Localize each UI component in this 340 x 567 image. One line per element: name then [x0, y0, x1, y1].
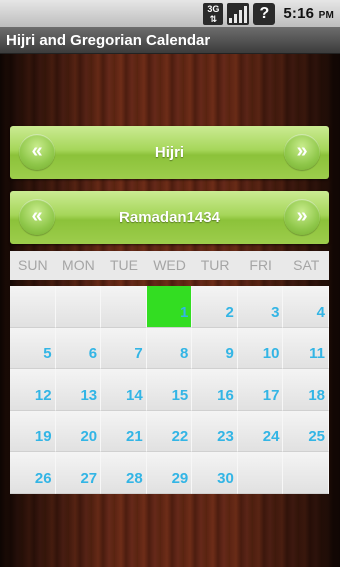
day-number: 6: [88, 345, 98, 363]
calendar-type-switcher: « Hijri »: [10, 126, 329, 179]
day-cell[interactable]: 14: [101, 369, 147, 411]
day-cell[interactable]: 13: [55, 369, 102, 411]
day-cell[interactable]: 25: [283, 410, 329, 453]
day-cell[interactable]: 26: [10, 452, 56, 494]
calendar-type-label: Hijri: [154, 144, 185, 161]
double-chevron-right-icon: »: [296, 205, 308, 227]
day-number: 13: [80, 386, 98, 404]
day-number: 2: [225, 303, 234, 321]
prev-month-button[interactable]: «: [19, 199, 55, 235]
month-navigator: « Ramadan1434 »: [10, 191, 329, 244]
day-number: 3: [271, 303, 280, 321]
day-cell[interactable]: 12: [10, 369, 56, 411]
day-cell[interactable]: 1: [146, 286, 193, 328]
empty-day-cell: [55, 286, 102, 328]
day-number: 19: [34, 428, 52, 446]
weekday-fri: FRI: [249, 257, 272, 273]
day-cell[interactable]: 3: [237, 286, 284, 328]
weekday-sat: SAT: [293, 257, 320, 273]
day-cell[interactable]: 19: [10, 410, 56, 453]
day-number: 1: [179, 303, 189, 321]
clock: 5:16 PM: [283, 5, 334, 22]
day-cell[interactable]: 9: [192, 327, 238, 370]
app-title-bar: Hijri and Gregorian Calendar: [0, 27, 340, 54]
clock-ampm: PM: [318, 10, 334, 21]
calendar-type-next-button[interactable]: »: [284, 134, 320, 170]
day-number: 20: [80, 428, 98, 446]
day-number: 17: [262, 386, 280, 404]
day-cell[interactable]: 30: [192, 452, 238, 494]
day-number: 14: [126, 386, 143, 404]
day-cell[interactable]: 11: [283, 327, 329, 370]
next-month-button[interactable]: »: [284, 199, 320, 235]
double-chevron-left-icon: «: [31, 140, 43, 162]
day-number: 8: [179, 345, 189, 363]
empty-day-cell: [237, 452, 284, 494]
day-number: 29: [171, 469, 189, 487]
weekday-thu: TUR: [200, 257, 230, 273]
empty-day-cell: [10, 286, 56, 328]
day-number: 15: [171, 386, 189, 404]
weekday-wed: WED: [153, 257, 186, 273]
day-number: 11: [309, 345, 325, 363]
day-cell[interactable]: 7: [101, 327, 147, 370]
day-cell[interactable]: 18: [283, 369, 329, 411]
month-label: Ramadan1434: [119, 209, 220, 226]
day-number: 22: [171, 428, 189, 446]
calendar-grid: 1 2 3 4 5 6 7 8 9 10 11 12 13 14 15 16 17 18 19 20 21 22 23 24 2…: [10, 286, 329, 494]
day-cell[interactable]: 20: [55, 410, 102, 453]
day-cell[interactable]: 28: [101, 452, 147, 494]
day-cell[interactable]: 21: [101, 410, 147, 453]
clock-time: 5:16: [283, 5, 315, 22]
day-cell[interactable]: 22: [146, 410, 193, 453]
day-cell[interactable]: 4: [283, 286, 329, 328]
day-number: 28: [126, 469, 143, 487]
day-cell[interactable]: 24: [237, 410, 284, 453]
weekday-header: SUN MON TUE WED TUR FRI SAT: [10, 251, 329, 280]
day-number: 26: [34, 469, 52, 487]
day-number: 18: [308, 386, 325, 404]
day-number: 23: [217, 428, 234, 446]
double-chevron-left-icon: «: [31, 205, 43, 227]
day-number: 21: [126, 428, 143, 446]
double-chevron-right-icon: »: [296, 140, 308, 162]
day-cell[interactable]: 15: [146, 369, 193, 411]
day-number: 9: [225, 345, 234, 363]
battery-unknown-icon: ?: [253, 2, 276, 25]
day-cell[interactable]: 29: [146, 452, 193, 494]
signal-icon: [227, 2, 250, 25]
weekday-tue: TUE: [109, 257, 138, 273]
weekday-mon: MON: [62, 257, 95, 273]
day-cell[interactable]: 8: [146, 327, 193, 370]
day-number: 25: [308, 428, 325, 446]
day-cell[interactable]: 27: [55, 452, 102, 494]
day-number: 10: [262, 345, 280, 363]
day-number: 16: [217, 386, 234, 404]
day-number: 5: [43, 345, 52, 363]
calendar-type-prev-button[interactable]: «: [19, 134, 55, 170]
day-cell[interactable]: 2: [192, 286, 238, 328]
day-cell[interactable]: 16: [192, 369, 238, 411]
empty-day-cell: [283, 452, 329, 494]
day-number: 12: [34, 386, 52, 404]
empty-day-cell: [101, 286, 147, 328]
3g-icon: 3G ⇅: [203, 2, 224, 25]
day-cell[interactable]: 5: [10, 327, 56, 370]
day-number: 27: [80, 469, 98, 487]
day-cell[interactable]: 17: [237, 369, 284, 411]
day-cell[interactable]: 6: [55, 327, 102, 370]
day-cell[interactable]: 10: [237, 327, 284, 370]
status-bar: 3G ⇅ ? 5:16 PM: [0, 0, 340, 27]
weekday-sun: SUN: [18, 257, 48, 273]
day-number: 24: [262, 428, 280, 446]
day-cell[interactable]: 23: [192, 410, 238, 453]
day-number: 4: [316, 303, 325, 321]
app-title: Hijri and Gregorian Calendar: [6, 32, 211, 49]
day-number: 7: [134, 345, 143, 363]
day-number: 30: [217, 469, 234, 487]
